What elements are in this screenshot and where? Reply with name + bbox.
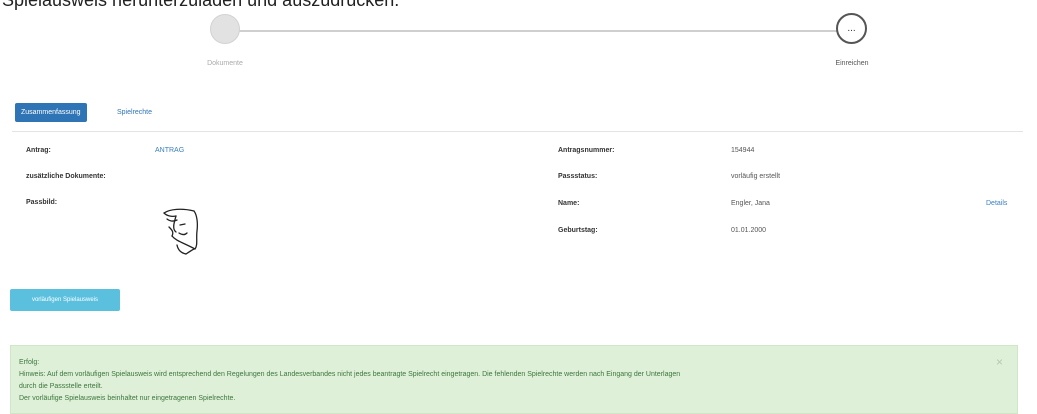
- ellipsis-icon: ...: [847, 22, 856, 34]
- antragsnummer-label: Antragsnummer:: [558, 147, 615, 154]
- intro-text: Spielausweis herunterzuladen und auszudr…: [2, 0, 400, 10]
- alert-line-3: Der vorläufige Spielausweis beinhaltet n…: [19, 395, 236, 402]
- tab-zusammenfassung[interactable]: Zusammenfassung: [15, 103, 87, 122]
- antragsnummer-value: 154944: [731, 147, 755, 154]
- vorlaeufiger-spielausweis-button[interactable]: vorläufigen Spielausweis: [10, 289, 120, 311]
- geburtstag-label: Geburtstag:: [558, 227, 598, 234]
- step-label-dokumente: Dokumente: [207, 60, 243, 67]
- tab-spielrechte[interactable]: Spielrechte: [117, 103, 152, 122]
- zusatz-dokumente-label: zusätzliche Dokumente:: [26, 173, 106, 180]
- alert-line-1: Hinweis: Auf dem vorläufigen Spielauswei…: [19, 371, 681, 378]
- stepper-line: [226, 30, 852, 32]
- antrag-label: Antrag:: [26, 147, 51, 154]
- alert-line-2: durch die Passstelle erteilt.: [19, 383, 103, 390]
- alert-title: Erfolg:: [19, 359, 40, 366]
- success-alert: Erfolg: Hinweis: Auf dem vorläufigen Spi…: [10, 345, 1018, 414]
- passbild-label: Passbild:: [26, 199, 58, 206]
- close-icon[interactable]: ×: [996, 356, 1003, 368]
- tab-divider: [12, 131, 1023, 132]
- step-circle-dokumente[interactable]: [210, 14, 240, 44]
- passbild-image: [163, 208, 199, 255]
- step-label-einreichen: Einreichen: [835, 60, 869, 67]
- geburtstag-value: 01.01.2000: [731, 227, 767, 234]
- passstatus-value: vorläufig erstellt: [731, 173, 781, 180]
- details-link[interactable]: Details: [986, 200, 1007, 207]
- antrag-link[interactable]: ANTRAG: [155, 147, 184, 154]
- name-label: Name:: [558, 200, 580, 207]
- name-value: Engler, Jana: [731, 200, 770, 207]
- step-circle-einreichen[interactable]: ...: [836, 13, 867, 44]
- passstatus-label: Passstatus:: [558, 173, 598, 180]
